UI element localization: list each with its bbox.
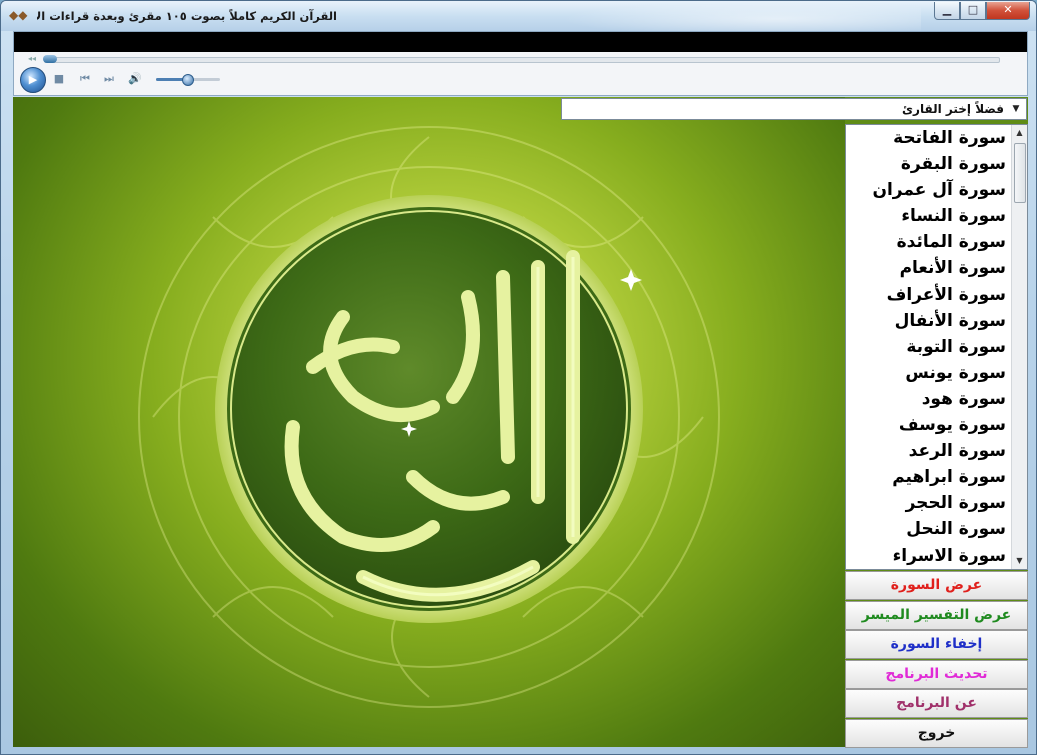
stop-icon[interactable]: ■ xyxy=(52,72,66,86)
surah-list-scrollbar[interactable]: ▲ ▼ xyxy=(1011,125,1027,569)
reciter-dropdown-value: فضلاً إختر القارئ xyxy=(902,102,1004,116)
about-program-button[interactable]: عن البرنامج xyxy=(845,689,1028,718)
player-controls: ▶ ■ ⏮ ⏭ 🔊 xyxy=(14,66,1027,96)
seek-slider[interactable] xyxy=(43,55,1000,63)
surah-list-item[interactable]: سورة النحل xyxy=(846,516,1012,542)
action-buttons: عرض السورة عرض التفسير الميسر إخفاء السورة… xyxy=(845,571,1028,748)
video-area xyxy=(14,32,1027,52)
surah-list-item[interactable]: سورة الفاتحة xyxy=(846,125,1012,151)
minimize-button[interactable]: ▁ xyxy=(934,2,960,20)
surah-list-item[interactable]: سورة الاسراء xyxy=(846,543,1012,569)
surah-list-item[interactable]: سورة التوبة xyxy=(846,334,1012,360)
title-bar[interactable]: ◆◆ القرآن الكريم كاملاً بصوت ١٠٥ مقرئ وب… xyxy=(1,1,1036,31)
scroll-down-icon[interactable]: ▼ xyxy=(1012,553,1027,569)
app-logo-icon: ◆◆ xyxy=(9,8,28,22)
surah-list-item[interactable]: سورة الأعراف xyxy=(846,282,1012,308)
reciter-dropdown[interactable]: فضلاً إختر القارئ ▼ xyxy=(561,98,1027,120)
window-controls: ▁ □ ✕ xyxy=(934,2,1030,21)
quran-calligraphy-artwork xyxy=(13,97,845,747)
chevron-down-icon[interactable]: ▼ xyxy=(1008,100,1024,118)
surah-list-item[interactable]: سورة المائدة xyxy=(846,229,1012,255)
scroll-up-icon[interactable]: ▲ xyxy=(1012,125,1027,141)
app-window: ◆◆ القرآن الكريم كاملاً بصوت ١٠٥ مقرئ وب… xyxy=(0,0,1037,755)
surah-list-items: سورة الفاتحة سورة البقرة سورة آل عمران سورة… xyxy=(846,125,1012,569)
volume-thumb[interactable] xyxy=(182,74,194,86)
play-button[interactable]: ▶ xyxy=(20,67,46,93)
surah-list-item[interactable]: سورة يونس xyxy=(846,360,1012,386)
surah-list-item[interactable]: سورة آل عمران xyxy=(846,177,1012,203)
media-player: ◂◂ ▶ ■ ⏮ ⏭ 🔊 xyxy=(13,31,1028,96)
surah-list-item[interactable]: سورة ابراهيم xyxy=(846,464,1012,490)
previous-track-icon[interactable]: ⏮ xyxy=(78,72,92,86)
surah-list-item[interactable]: سورة هود xyxy=(846,386,1012,412)
surah-list-item[interactable]: سورة الأنفال xyxy=(846,308,1012,334)
window-title: القرآن الكريم كاملاً بصوت ١٠٥ مقرئ وبعدة… xyxy=(37,9,337,23)
surah-list-item[interactable]: سورة البقرة xyxy=(846,151,1012,177)
volume-slider[interactable] xyxy=(156,74,220,86)
surah-list-item[interactable]: سورة الرعد xyxy=(846,438,1012,464)
surah-list[interactable]: سورة الفاتحة سورة البقرة سورة آل عمران سورة… xyxy=(845,124,1028,570)
exit-button[interactable]: خروج xyxy=(845,718,1028,748)
main-content: فضلاً إختر القارئ ▼ سورة الفاتحة سورة الب… xyxy=(13,97,1028,748)
maximize-button[interactable]: □ xyxy=(960,2,986,20)
show-tafsir-button[interactable]: عرض التفسير الميسر xyxy=(845,600,1028,630)
seek-back-icon[interactable]: ◂◂ xyxy=(28,53,36,65)
update-program-button[interactable]: تحديث البرنامج xyxy=(845,659,1028,689)
seek-bar-row: ◂◂ xyxy=(14,52,1027,66)
volume-icon[interactable]: 🔊 xyxy=(128,72,142,86)
surah-list-item[interactable]: سورة النساء xyxy=(846,203,1012,229)
scrollbar-thumb[interactable] xyxy=(1014,143,1026,203)
surah-list-item[interactable]: سورة يوسف xyxy=(846,412,1012,438)
hide-surah-button[interactable]: إخفاء السورة xyxy=(845,630,1028,659)
close-button[interactable]: ✕ xyxy=(986,2,1030,20)
next-track-icon[interactable]: ⏭ xyxy=(102,72,116,86)
title-bar-decoration xyxy=(561,1,921,31)
seek-thumb[interactable] xyxy=(43,55,57,63)
calligraphy-medallion-image xyxy=(138,126,720,708)
show-surah-button[interactable]: عرض السورة xyxy=(845,571,1028,600)
surah-list-item[interactable]: سورة الأنعام xyxy=(846,255,1012,281)
surah-list-item[interactable]: سورة الحجر xyxy=(846,490,1012,516)
